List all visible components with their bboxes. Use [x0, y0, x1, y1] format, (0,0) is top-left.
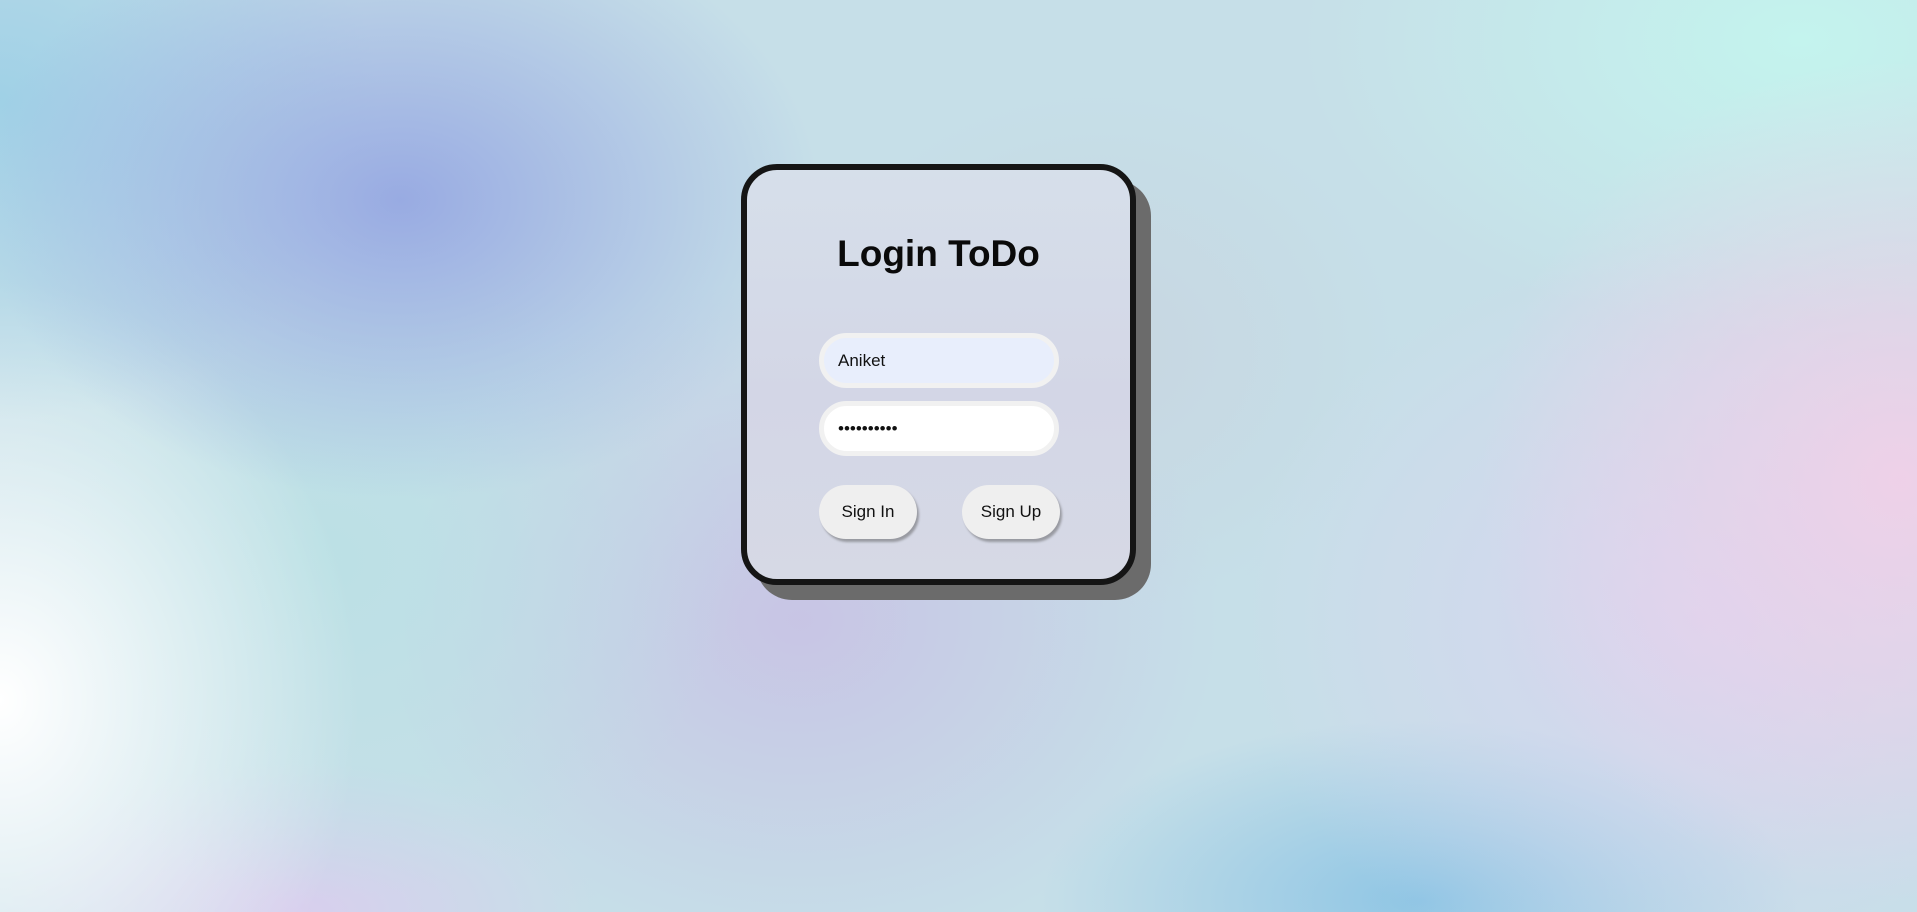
- username-input[interactable]: [819, 333, 1059, 388]
- sign-in-button[interactable]: Sign In: [819, 485, 917, 539]
- password-input[interactable]: [819, 401, 1059, 456]
- login-title: Login ToDo: [837, 233, 1040, 274]
- login-card: Login ToDo Sign In Sign Up: [741, 164, 1136, 585]
- sign-up-button[interactable]: Sign Up: [962, 485, 1060, 539]
